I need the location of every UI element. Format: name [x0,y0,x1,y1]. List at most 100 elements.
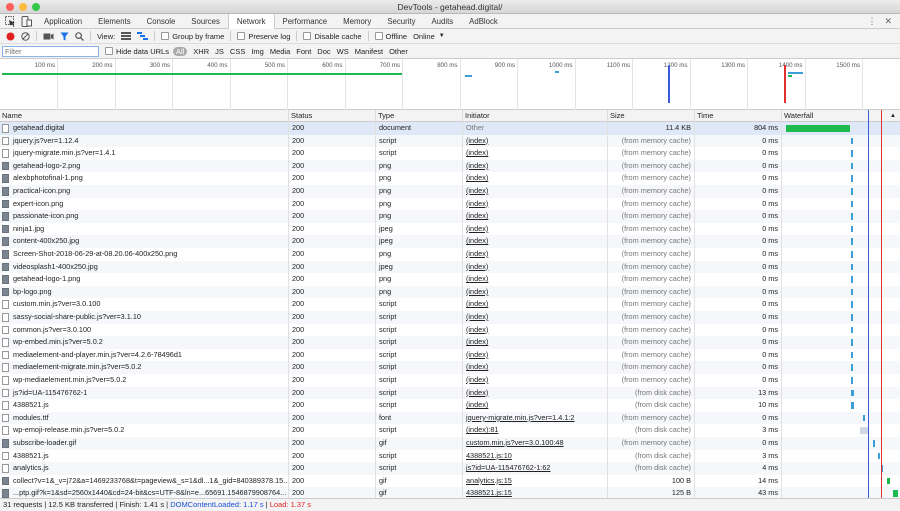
table-row[interactable]: mediaelement-migrate.min.js?ver=5.0.2 200… [0,361,900,374]
filter-type-manifest[interactable]: Manifest [355,47,383,56]
clear-icon[interactable] [21,31,30,41]
initiator-link[interactable]: (index) [463,348,608,362]
request-name-cell[interactable]: passionate-icon.png [0,210,289,223]
table-row[interactable]: custom.min.js?ver=3.0.100 200 script (index… [0,298,900,311]
request-name-cell[interactable]: collect?v=1&_v=j72&a=1469233768&t=pagevi… [0,474,289,488]
capture-screenshots-icon[interactable] [43,32,54,41]
request-name-cell[interactable]: wp-emoji-release.min.js?ver=5.0.2 [0,424,289,437]
column-header-type[interactable]: Type [376,110,463,122]
filter-type-doc[interactable]: Doc [317,47,330,56]
column-header-size[interactable]: Size [608,110,695,122]
initiator-link[interactable]: (index) [463,298,608,311]
request-name-cell[interactable]: modules.ttf [0,411,289,425]
column-header-waterfall[interactable]: Waterfall ▲ [782,110,900,122]
table-row[interactable]: bp-logo.png 200 png (index) (from memory cac… [0,285,900,299]
initiator-link[interactable]: 4388521.js:10 [463,449,608,463]
more-options-icon[interactable]: ⋮ [867,16,876,26]
initiator-link[interactable]: (index) [463,134,608,148]
table-row[interactable]: analytics.js 200 script js?id=UA-115476762-… [0,462,900,475]
initiator-link[interactable]: (index) [463,197,608,211]
table-row[interactable]: content-400x250.jpg 200 jpeg (index) (from m… [0,235,900,248]
request-name-cell[interactable]: jquery.js?ver=1.12.4 [0,134,289,148]
search-icon[interactable] [75,31,84,41]
tab-adblock[interactable]: AdBlock [461,14,506,29]
column-header-name[interactable]: Name [0,110,289,122]
request-name-cell[interactable]: jquery-migrate.min.js?ver=1.4.1 [0,147,289,160]
filter-type-other[interactable]: Other [389,47,408,56]
request-name-cell[interactable]: js?id=UA-115476762-1 [0,386,289,400]
preserve-log-checkbox[interactable]: Preserve log [237,32,290,41]
request-name-cell[interactable]: getahead-logo-2.png [0,159,289,173]
tab-console[interactable]: Console [139,14,184,29]
table-row[interactable]: wp-embed.min.js?ver=5.0.2 200 script (index… [0,336,900,349]
filter-type-xhr[interactable]: XHR [193,47,209,56]
request-name-cell[interactable]: getahead.digital [0,122,289,135]
request-name-cell[interactable]: 4388521.js [0,399,289,412]
filter-type-font[interactable]: Font [296,47,311,56]
filter-type-ws[interactable]: WS [337,47,349,56]
request-name-cell[interactable]: videosplash1-400x250.jpg [0,260,289,274]
table-row[interactable]: getahead.digital 200 document Other 11.4 KB 8… [0,122,900,135]
tab-performance[interactable]: Performance [275,14,336,29]
request-name-cell[interactable]: wp-mediaelement.min.js?ver=5.0.2 [0,374,289,387]
device-toolbar-icon[interactable] [21,15,32,27]
disable-cache-checkbox[interactable]: Disable cache [303,32,362,41]
filter-icon[interactable] [60,32,69,41]
filter-type-js[interactable]: JS [215,47,224,56]
table-row[interactable]: ...ptp.gif?k=1&sd=2560x1440&cd=24-bit&cs… [0,487,900,498]
request-name-cell[interactable]: Screen-Shot-2018-06-29-at-08.20.06-400x2… [0,248,289,261]
initiator-link[interactable]: (index) [463,159,608,173]
initiator-link[interactable]: (index) [463,235,608,248]
initiator-link[interactable]: (index) [463,361,608,374]
table-row[interactable]: expert-icon.png 200 png (index) (from memory… [0,197,900,211]
hide-data-urls-checkbox[interactable]: Hide data URLs [105,47,169,56]
request-name-cell[interactable]: mediaelement-migrate.min.js?ver=5.0.2 [0,361,289,374]
table-row[interactable]: getahead-logo-2.png 200 png (index) (from me… [0,159,900,173]
initiator-link[interactable]: (index) [463,399,608,412]
table-row[interactable]: ninja1.jpg 200 jpeg (index) (from memory cac… [0,222,900,236]
table-row[interactable]: common.js?ver=3.0.100 200 script (index) (fr… [0,323,900,337]
initiator-link[interactable]: (index) [463,210,608,223]
table-row[interactable]: jquery.js?ver=1.12.4 200 script (index) (fro… [0,134,900,148]
initiator-link[interactable]: 4388521.js:15 [463,487,608,498]
initiator-link[interactable]: (index) [463,336,608,349]
initiator-link[interactable]: (index) [463,222,608,236]
table-row[interactable]: subscribe-loader.gif 200 gif custom.min.js?… [0,437,900,450]
filter-type-css[interactable]: CSS [230,47,245,56]
initiator-link[interactable]: (index) [463,147,608,160]
table-row[interactable]: wp-mediaelement.min.js?ver=5.0.2 200 scrip… [0,374,900,387]
initiator-link[interactable]: (index) [463,386,608,400]
initiator-link[interactable]: (index) [463,248,608,261]
request-name-cell[interactable]: expert-icon.png [0,197,289,211]
request-name-cell[interactable]: common.js?ver=3.0.100 [0,323,289,337]
filter-type-all[interactable]: All [172,46,188,56]
throttle-select[interactable]: Online ▼ [413,32,445,41]
tab-sources[interactable]: Sources [183,14,228,29]
close-devtools-icon[interactable]: ✕ [884,16,892,26]
request-name-cell[interactable]: wp-embed.min.js?ver=5.0.2 [0,336,289,349]
table-row[interactable]: js?id=UA-115476762-1 200 script (index) (fro… [0,386,900,400]
table-row[interactable]: collect?v=1&_v=j72&a=1469233768&t=pagevi… [0,474,900,488]
table-row[interactable]: getahead-logo-1.png 200 png (index) (from me… [0,273,900,286]
column-header-status[interactable]: Status [289,110,376,122]
request-name-cell[interactable]: subscribe-loader.gif [0,437,289,450]
request-name-cell[interactable]: getahead-logo-1.png [0,273,289,286]
inspect-element-icon[interactable] [5,15,16,27]
initiator-link[interactable]: (index) [463,323,608,337]
initiator-link[interactable]: jquery-migrate.min.js?ver=1.4.1:2 [463,411,608,425]
request-name-cell[interactable]: sassy-social-share-public.js?ver=3.1.10 [0,311,289,324]
close-window-button[interactable] [6,3,14,11]
initiator-link[interactable]: (index) [463,273,608,286]
request-name-cell[interactable]: ...ptp.gif?k=1&sd=2560x1440&cd=24-bit&cs… [0,487,289,498]
filter-type-media[interactable]: Media [270,47,290,56]
request-name-cell[interactable]: 4388521.js [0,449,289,463]
table-row[interactable]: mediaelement-and-player.min.js?ver=4.2.6… [0,348,900,362]
table-row[interactable]: videosplash1-400x250.jpg 200 jpeg (index) (f… [0,260,900,274]
initiator-link[interactable]: analytics.js:15 [463,474,608,488]
initiator-link[interactable]: (index) [463,285,608,299]
filter-input[interactable] [2,45,99,57]
table-row[interactable]: practical-icon.png 200 png (index) (from mem… [0,185,900,198]
column-header-initiator[interactable]: Initiator [463,110,608,122]
column-header-time[interactable]: Time [695,110,782,122]
table-row[interactable]: alexbphotofinal-1.png 200 png (index) (from … [0,172,900,185]
